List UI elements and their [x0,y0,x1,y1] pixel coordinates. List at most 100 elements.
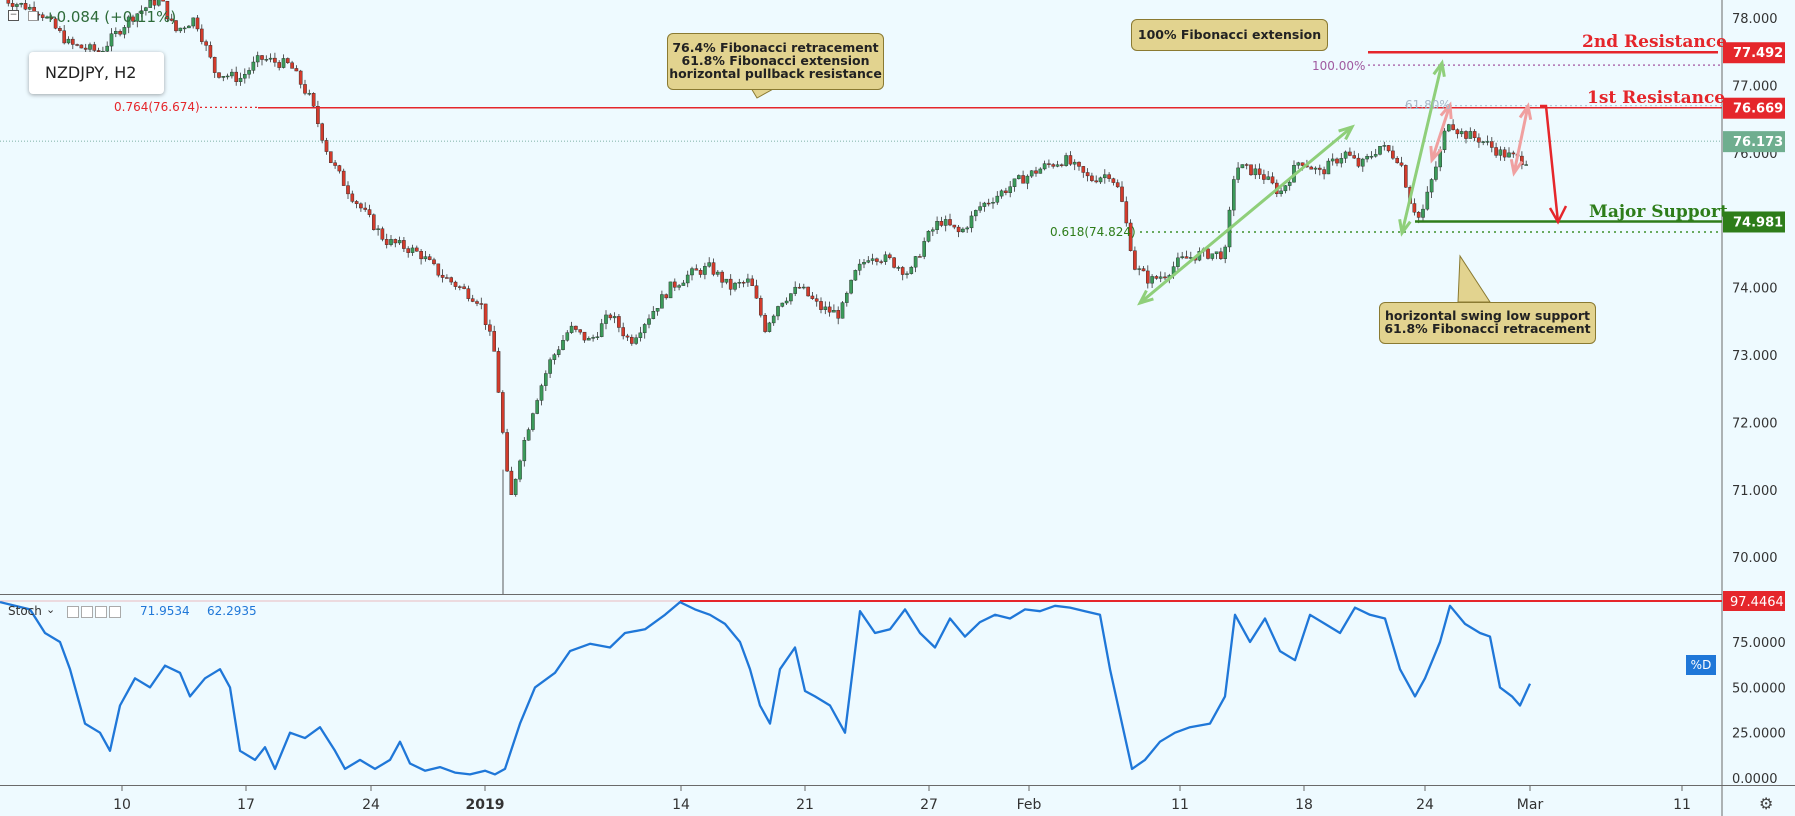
candle-body [862,262,866,265]
candle-body [75,44,79,46]
candle-body [948,219,952,226]
candle-body [1399,162,1404,166]
candle-body [1072,161,1077,165]
candle-body [685,274,690,284]
stoch-dropdown-icon[interactable]: ⌄ [46,603,55,616]
price-tick-label: 74.000 [1732,282,1778,297]
candle-body [380,228,385,240]
candle-body [978,206,982,211]
candle-body [303,84,307,94]
candle-body [423,256,428,260]
stoch-tick-label: 50.0000 [1732,681,1786,696]
time-tick-label: 2019 [466,797,505,813]
candle-body [415,247,419,252]
time-tick-label: 11 [1673,797,1691,813]
candle-body [148,0,153,8]
stoch-tick-label: 75.0000 [1732,636,1786,651]
candle-body [857,263,862,271]
candle-body [513,478,518,495]
candle-body [617,316,621,328]
candle-body [591,337,595,339]
candle-body [1059,164,1064,166]
stoch-eye-icon[interactable] [67,606,79,618]
candle-body [277,62,282,68]
candle-body [1098,177,1103,183]
collapse-icon[interactable]: − [8,10,19,21]
candle-body [217,72,221,78]
candle-body [943,219,948,226]
candle-body [1296,162,1301,166]
stoch-add-icon[interactable] [95,606,107,618]
candle-body [346,185,350,195]
candle-body [397,240,402,244]
candle-body [690,268,694,276]
candle-body [466,288,471,299]
candle-body [767,322,772,332]
candle-body [982,202,987,207]
candle-body [879,261,883,263]
price-tick-label: 72.000 [1732,416,1778,431]
symbol-box[interactable]: NZDJPY, H2 [29,52,164,94]
candle-body [350,193,355,202]
candle-body [582,331,587,341]
candle-body [178,27,183,32]
candle-body [819,301,823,310]
stoch-label[interactable]: Stoch [8,604,42,618]
candle-body [19,3,24,5]
candle-body [501,392,505,433]
price-tick-label: 77.000 [1732,79,1778,94]
candle-body [883,254,888,262]
candle-body [1068,155,1073,165]
candle-body [1369,155,1374,158]
candle-body [668,281,673,299]
candle-body [1158,276,1163,279]
candle-body [384,239,389,245]
candle-body [316,106,320,124]
candle-body [1343,151,1348,159]
candle-body [470,298,475,302]
candle-body [195,17,200,30]
stoch-close-icon[interactable] [109,606,121,618]
candle-body [746,278,750,283]
candle-body [152,0,157,6]
candle-body [427,256,432,260]
candle-body [565,332,570,341]
candle-body [802,286,806,289]
candle-body [1141,268,1146,272]
settings-square-icon[interactable] [28,11,38,21]
gear-icon[interactable]: ⚙ [1759,794,1773,813]
candle-body [1055,164,1060,167]
candle-body [681,282,686,286]
candle-body [1283,185,1288,192]
candle-body [1150,276,1154,284]
candle-body [247,70,251,75]
candle-body [509,470,514,495]
candle-body [445,277,449,279]
candle-body [1348,151,1352,156]
candle-body [273,57,277,63]
candle-body [694,268,699,271]
candle-body [1451,124,1455,130]
candle-body [1365,156,1369,160]
candle-body [1266,176,1270,180]
candle-body [329,151,333,163]
candle-body [1231,179,1236,211]
candle-body [92,44,97,51]
candle-body [475,301,479,304]
candle-body [1180,256,1184,259]
candle-body [83,47,88,50]
candle-body [561,340,565,350]
candle-body [1403,165,1408,188]
candle-body [221,76,226,78]
candle-body [1120,186,1124,202]
candle-body [793,286,797,294]
stoch-settings-icon[interactable] [81,606,93,618]
candle-body [832,310,836,313]
time-axis[interactable] [0,785,1722,816]
candle-body [1477,137,1481,143]
candle-body [161,0,165,2]
price-tag-label: 74.981 [1733,215,1783,230]
candle-body [1382,145,1387,147]
candle-body [66,38,71,44]
candle-body [324,140,329,152]
